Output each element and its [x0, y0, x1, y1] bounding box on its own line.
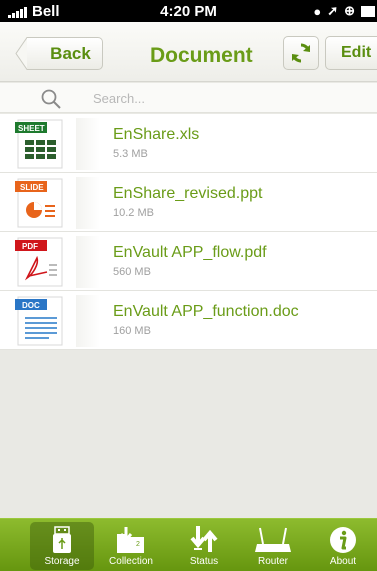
tab-label: Status — [189, 556, 219, 567]
collection-folder-icon: 2 — [117, 527, 144, 553]
alarm-icon: ● — [313, 3, 322, 19]
tab-bar: Storage 2 Collection Status Router About — [0, 518, 377, 571]
back-button[interactable]: Back — [27, 37, 103, 70]
svg-text:SLIDE: SLIDE — [20, 183, 44, 192]
file-size: 160 MB — [113, 325, 151, 337]
edit-button[interactable]: Edit — [325, 36, 377, 70]
file-row[interactable]: DOC EnVault APP_function.doc 160 MB — [0, 291, 377, 350]
file-name: EnShare.xls — [113, 126, 200, 143]
tab-label: Collection — [109, 556, 153, 567]
search-input[interactable] — [93, 88, 363, 108]
rotation-lock-icon: ⊕ — [344, 3, 355, 18]
svg-text:2: 2 — [136, 541, 140, 548]
file-row[interactable]: SLIDE EnShare_revised.ppt 10.2 MB — [0, 173, 377, 232]
info-icon — [330, 527, 356, 553]
file-name: EnVault APP_flow.pdf — [113, 244, 267, 261]
search-bar — [0, 83, 377, 113]
navigation-bar: Back Document Edit — [0, 22, 377, 82]
slide-icon: SLIDE — [15, 178, 63, 228]
refresh-button[interactable] — [283, 36, 319, 70]
spreadsheet-icon: SHEET — [15, 119, 63, 169]
file-name: EnVault APP_function.doc — [113, 303, 299, 320]
tab-label: Router — [257, 556, 288, 567]
file-size: 5.3 MB — [113, 148, 148, 160]
file-size: 560 MB — [113, 266, 151, 278]
refresh-icon — [292, 43, 310, 63]
tab-about[interactable]: About — [311, 522, 375, 570]
pdf-icon: PDF — [15, 237, 63, 287]
file-name: EnShare_revised.ppt — [113, 185, 263, 202]
file-list: SHEET EnShare.xls 5.3 MB SLIDE EnShare_r… — [0, 114, 377, 350]
file-row[interactable]: PDF EnVault APP_flow.pdf 560 MB — [0, 232, 377, 291]
battery-icon — [361, 5, 375, 17]
status-icons: ● ➚ ⊕ — [313, 3, 375, 19]
location-arrow-icon: ➚ — [327, 3, 339, 18]
page-title: Document — [150, 44, 253, 67]
search-icon — [41, 89, 61, 109]
tab-router[interactable]: Router — [241, 522, 305, 570]
tab-storage[interactable]: Storage — [30, 522, 94, 570]
file-size: 10.2 MB — [113, 207, 154, 219]
tab-label: About — [329, 556, 357, 567]
router-icon — [255, 527, 291, 552]
tab-collection[interactable]: 2 Collection — [99, 522, 163, 570]
svg-text:DOC: DOC — [22, 301, 40, 310]
svg-text:PDF: PDF — [22, 242, 38, 251]
tab-status[interactable]: Status — [172, 522, 236, 570]
usb-storage-icon — [53, 526, 71, 553]
file-row[interactable]: SHEET EnShare.xls 5.3 MB — [0, 114, 377, 173]
tab-label: Storage — [44, 556, 80, 567]
doc-icon: DOC — [15, 296, 63, 346]
transfer-status-icon — [190, 526, 218, 552]
status-bar: Bell 4:20 PM ● ➚ ⊕ — [0, 0, 377, 22]
svg-text:SHEET: SHEET — [18, 124, 45, 133]
